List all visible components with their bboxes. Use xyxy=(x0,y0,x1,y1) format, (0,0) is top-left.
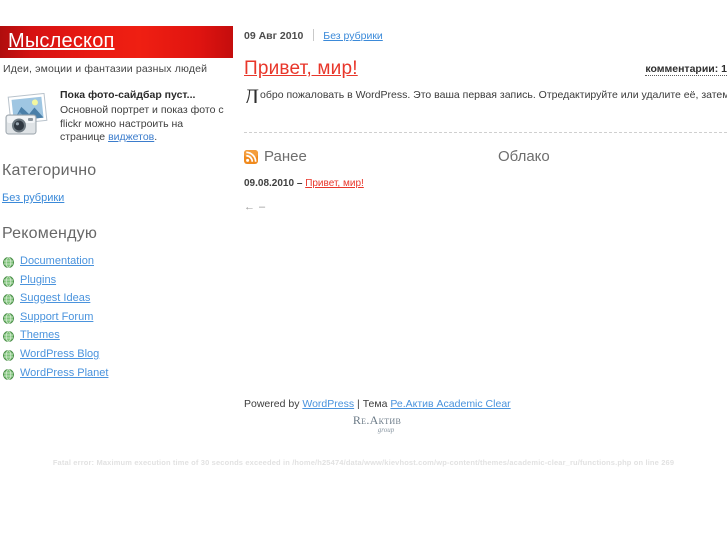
blogroll-link[interactable]: WordPress Blog xyxy=(20,348,99,360)
globe-icon xyxy=(3,275,14,287)
blogroll-list: Documentation Plugins Suggest Ideas Supp… xyxy=(0,252,233,382)
photo-widget-period: . xyxy=(154,131,158,143)
post-date: 09 Авг 2010 xyxy=(244,30,304,42)
blogroll-link[interactable]: Themes xyxy=(20,329,60,341)
blogroll-link[interactable]: Documentation xyxy=(20,255,94,267)
blogroll-link[interactable]: Support Forum xyxy=(20,311,93,323)
recent-posts-widget: Ранее 09.08.2010 – Привет, мир! ←– xyxy=(244,148,484,213)
pager-prev-link[interactable]: ← xyxy=(244,201,259,213)
pager-next-link[interactable]: – xyxy=(259,201,269,213)
post-comments-link[interactable]: комментарии: 1 xyxy=(645,63,727,76)
logo-sub-text: group xyxy=(377,426,395,434)
globe-icon xyxy=(3,349,14,361)
photo-widget-text: Основной портрет и показ фото с flickr м… xyxy=(60,104,230,145)
site-title-link[interactable]: Мыслескоп xyxy=(8,29,115,53)
post-dropcap: Д xyxy=(244,88,260,103)
list-item[interactable]: Themes xyxy=(0,326,233,345)
recent-posts-title: Ранее xyxy=(264,148,307,165)
globe-icon xyxy=(3,330,14,343)
content-divider xyxy=(244,132,727,133)
wordpress-link[interactable]: WordPress xyxy=(302,398,354,410)
sidebar-category-link[interactable]: Без рубрики xyxy=(2,192,64,204)
recent-item-dash: – xyxy=(296,178,303,189)
list-item: 09.08.2010 – Привет, мир! xyxy=(244,178,484,189)
list-item[interactable]: Suggest Ideas xyxy=(0,289,233,308)
page-root: Мыслескоп Идеи, эмоции и фантазии разных… xyxy=(0,0,727,545)
post-category-link[interactable]: Без рубрики xyxy=(323,30,383,42)
recent-item-link[interactable]: Привет, мир! xyxy=(305,178,364,189)
blogroll-link[interactable]: Plugins xyxy=(20,274,56,286)
blogroll-heading: Рекомендую xyxy=(2,225,98,242)
photo-sidebar-widget: Пока фото-сайдбар пуст... Основной портр… xyxy=(2,88,233,145)
footer-credit: Powered by WordPress | Тема Ре.Актив Aca… xyxy=(244,398,511,410)
list-item[interactable]: WordPress Blog xyxy=(0,345,233,364)
post-excerpt-text: обро пожаловать в WordPress. Это ваша пе… xyxy=(260,89,727,101)
meta-divider xyxy=(313,29,315,41)
globe-icon xyxy=(3,293,14,306)
footer-divider: | xyxy=(357,398,360,410)
site-tagline: Идеи, эмоции и фантазии разных людей xyxy=(3,63,208,75)
blogroll-link[interactable]: Suggest Ideas xyxy=(20,292,90,304)
globe-icon xyxy=(3,312,14,324)
post-body: Добро пожаловать в WordPress. Это ваша п… xyxy=(244,88,727,103)
post-meta: 09 Авг 2010 Без рубрики xyxy=(244,29,383,42)
reaktiv-group-logo[interactable]: Re.Актив group xyxy=(337,414,417,435)
site-header-banner: Мыслескоп xyxy=(0,26,233,58)
blogroll-link[interactable]: WordPress Planet xyxy=(20,367,108,379)
list-item[interactable]: Plugins xyxy=(0,271,233,290)
theme-link[interactable]: Ре.Актив Academic Clear xyxy=(390,398,510,410)
photo-widget-body: Пока фото-сайдбар пуст... Основной портр… xyxy=(60,88,230,145)
post-title-link[interactable]: Привет, мир! xyxy=(244,58,358,80)
widgets-link[interactable]: виджетов xyxy=(108,131,154,143)
globe-icon xyxy=(3,368,14,380)
list-item[interactable]: Support Forum xyxy=(0,308,233,327)
tag-cloud-widget: Облако xyxy=(498,148,727,166)
photo-camera-icon xyxy=(4,92,56,137)
tag-cloud-heading: Облако xyxy=(498,148,550,165)
php-fatal-error-message: Fatal error: Maximum execution time of 3… xyxy=(52,458,675,467)
post-paragraph: Добро пожаловать в WordPress. Это ваша п… xyxy=(244,88,727,103)
categories-heading: Категорично xyxy=(2,162,97,179)
theme-label: Тема xyxy=(362,398,388,410)
pager: ←– xyxy=(244,201,484,213)
recent-posts-heading: Ранее xyxy=(244,148,484,166)
globe-icon xyxy=(3,256,14,268)
powered-by-label: Powered by xyxy=(244,398,300,410)
rss-icon[interactable] xyxy=(244,150,258,164)
recent-item-date: 09.08.2010 xyxy=(244,178,295,189)
photo-widget-title: Пока фото-сайдбар пуст... xyxy=(60,89,196,101)
list-item[interactable]: Documentation xyxy=(0,252,233,271)
list-item[interactable]: WordPress Planet xyxy=(0,364,233,383)
